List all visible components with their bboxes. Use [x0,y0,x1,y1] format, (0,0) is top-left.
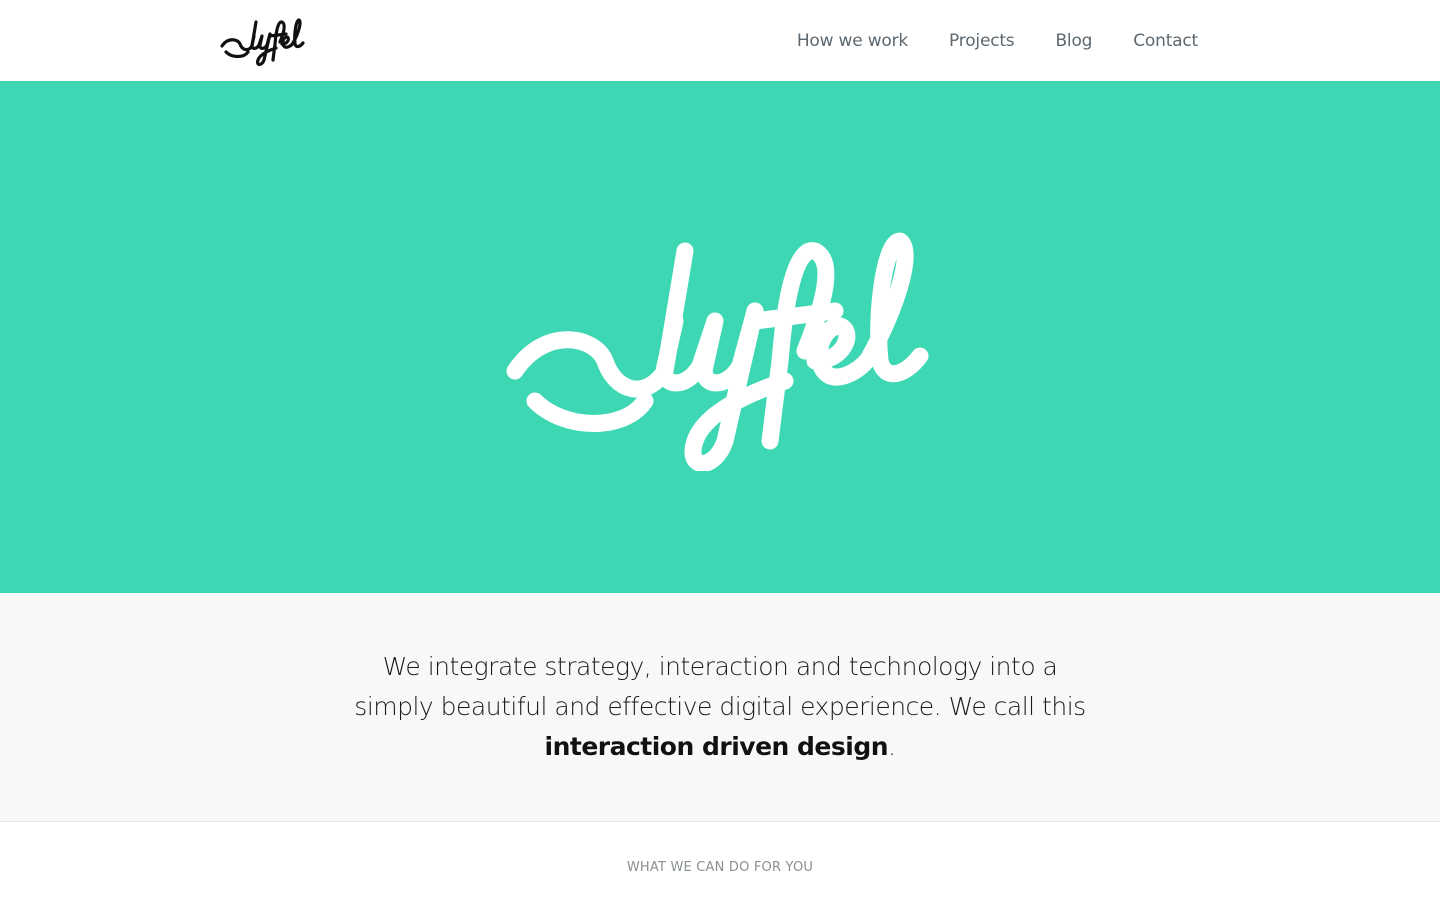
intro-statement: We integrate strategy, interaction and t… [320,647,1120,767]
nav-how-we-work[interactable]: How we work [797,31,908,51]
luyfel-logo[interactable] [218,12,308,68]
intro-line-2: simply beautiful and effective digital e… [354,692,1086,721]
hero-logo [506,232,929,471]
main-nav: How we work Projects Blog Contact [756,0,1198,81]
nav-projects[interactable]: Projects [949,31,1015,51]
intro-emphasis: interaction driven design [544,732,889,761]
services-heading: WHAT WE CAN DO FOR YOU [626,860,814,875]
nav-contact[interactable]: Contact [1133,31,1198,51]
intro-end: . [888,732,896,761]
site-header: How we work Projects Blog Contact [0,0,1440,81]
intro-section: We integrate strategy, interaction and t… [0,593,1440,822]
hero-banner [0,81,1440,593]
nav-blog[interactable]: Blog [1055,31,1092,51]
intro-line-1: We integrate strategy, interaction and t… [382,652,1058,681]
